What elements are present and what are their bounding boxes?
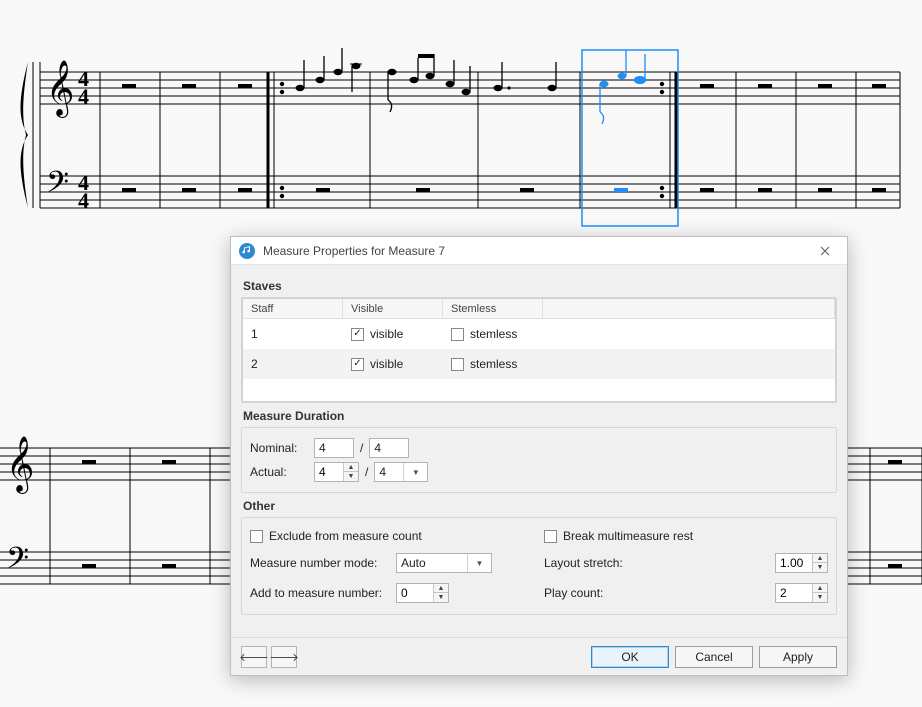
add-measure-value[interactable] (397, 584, 433, 602)
dialog-button-bar: 🡐 🡒 OK Cancel Apply (231, 637, 847, 675)
slash: / (365, 465, 368, 479)
layout-stretch-label: Layout stretch: (544, 556, 644, 570)
play-count-spinner[interactable]: ▲▼ (775, 583, 828, 603)
actual-numerator-spinner[interactable]: ▲▼ (314, 462, 359, 482)
stemless-label: stemless (470, 327, 517, 341)
step-up-icon[interactable]: ▲ (813, 554, 827, 563)
stemless-label: stemless (470, 357, 517, 371)
step-down-icon[interactable]: ▼ (434, 593, 448, 602)
layout-stretch-value[interactable] (776, 554, 812, 572)
previous-measure-button[interactable]: 🡐 (241, 646, 267, 668)
app-icon (239, 243, 255, 259)
exclude-label: Exclude from measure count (269, 529, 422, 543)
close-button[interactable] (811, 237, 839, 264)
staff-number-cell: 1 (243, 327, 343, 341)
step-up-icon[interactable]: ▲ (344, 463, 358, 472)
measure-mode-select[interactable]: Auto ▼ (396, 553, 492, 573)
actual-denominator-select[interactable]: 4 ▼ (374, 462, 428, 482)
apply-button[interactable]: Apply (759, 646, 837, 668)
play-count-label: Play count: (544, 586, 644, 600)
ok-button[interactable]: OK (591, 646, 669, 668)
actual-label: Actual: (250, 465, 308, 479)
nominal-label: Nominal: (250, 441, 308, 455)
play-count-value[interactable] (776, 584, 812, 602)
visible-checkbox[interactable] (351, 358, 364, 371)
bass-clef-icon: 𝄢 (46, 166, 69, 206)
nominal-denominator (369, 438, 409, 458)
add-measure-spinner[interactable]: ▲▼ (396, 583, 449, 603)
actual-numerator[interactable] (315, 463, 343, 481)
measure-properties-dialog: Measure Properties for Measure 7 Staves … (230, 236, 848, 676)
other-heading: Other (243, 499, 837, 513)
staves-heading: Staves (243, 279, 837, 293)
layout-stretch-spinner[interactable]: ▲▼ (775, 553, 828, 573)
step-down-icon[interactable]: ▼ (344, 472, 358, 481)
svg-text:4: 4 (78, 84, 89, 109)
stemless-checkbox[interactable] (451, 358, 464, 371)
step-down-icon[interactable]: ▼ (813, 593, 827, 602)
dialog-titlebar[interactable]: Measure Properties for Measure 7 (231, 237, 847, 265)
measure-mode-value: Auto (401, 556, 467, 570)
staves-table: Staff Visible Stemless 1 visible stemles… (242, 298, 836, 402)
visible-checkbox[interactable] (351, 328, 364, 341)
chevron-down-icon: ▼ (403, 463, 427, 481)
duration-heading: Measure Duration (243, 409, 837, 423)
dialog-title: Measure Properties for Measure 7 (263, 244, 811, 258)
step-up-icon[interactable]: ▲ (813, 584, 827, 593)
col-header-staff: Staff (243, 299, 343, 318)
cancel-button[interactable]: Cancel (675, 646, 753, 668)
nominal-numerator (314, 438, 354, 458)
visible-label: visible (370, 327, 403, 341)
col-header-stemless: Stemless (443, 299, 543, 318)
break-mmr-label: Break multimeasure rest (563, 529, 693, 543)
staves-row[interactable]: 1 visible stemless (243, 319, 835, 349)
treble-clef-icon: 𝄞 (46, 61, 74, 118)
step-up-icon[interactable]: ▲ (434, 584, 448, 593)
step-down-icon[interactable]: ▼ (813, 563, 827, 572)
staff-number-cell: 2 (243, 357, 343, 371)
chevron-down-icon: ▼ (467, 554, 491, 572)
col-header-visible: Visible (343, 299, 443, 318)
next-measure-button[interactable]: 🡒 (271, 646, 297, 668)
svg-text:𝄢: 𝄢 (6, 542, 29, 582)
svg-text:𝄞: 𝄞 (6, 437, 34, 494)
actual-denominator: 4 (379, 465, 403, 479)
slash: / (360, 441, 363, 455)
add-measure-label: Add to measure number: (250, 586, 390, 600)
measure-mode-label: Measure number mode: (250, 556, 390, 570)
exclude-checkbox[interactable] (250, 530, 263, 543)
break-mmr-checkbox[interactable] (544, 530, 557, 543)
svg-text:4: 4 (78, 188, 89, 213)
visible-label: visible (370, 357, 403, 371)
staves-row[interactable]: 2 visible stemless (243, 349, 835, 379)
stemless-checkbox[interactable] (451, 328, 464, 341)
